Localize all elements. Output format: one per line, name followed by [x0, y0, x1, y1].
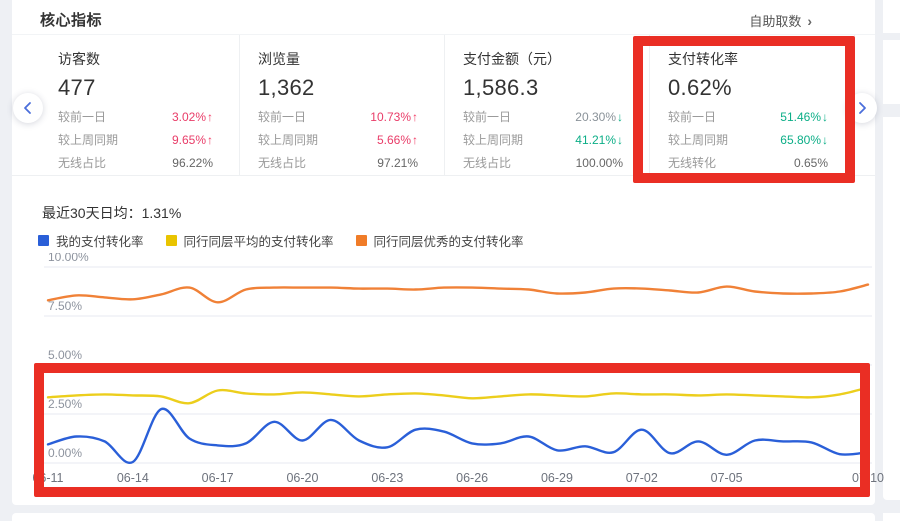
- metric-trend-row: 较前一日 20.30%↓: [463, 111, 649, 124]
- metric-title: 支付金额（元）: [463, 49, 649, 69]
- legend-label: 我的支付转化率: [56, 231, 144, 250]
- legend-swatch-yellow: [166, 235, 177, 246]
- metric-trend-row: 无线转化 0.65%: [668, 157, 854, 170]
- metric-trend-row: 无线占比 100.00%: [463, 157, 649, 170]
- metric-value: 477: [58, 75, 239, 101]
- svg-text:06-26: 06-26: [456, 471, 488, 485]
- metric-trend-row: 较前一日 10.73%↑: [258, 111, 444, 124]
- svg-text:2.50%: 2.50%: [48, 397, 82, 411]
- trend-value: 51.46%↓: [780, 111, 828, 124]
- arrow-down-icon: ↓: [617, 110, 623, 124]
- line-series: [48, 409, 868, 463]
- svg-text:06-11: 06-11: [32, 471, 63, 485]
- background-card-fragment: [883, 513, 900, 521]
- line-series: [48, 285, 868, 303]
- page-title: 核心指标: [40, 9, 102, 30]
- metric-card-payment-amount[interactable]: 支付金额（元） 1,586.3 较前一日 20.30%↓ 较上周同期 41.21…: [445, 35, 650, 175]
- metrics-row: 访客数 477 较前一日 3.02%↑ 较上周同期 9.65%↑ 无线占比 96…: [12, 34, 875, 176]
- arrow-up-icon: ↑: [412, 133, 418, 147]
- arrow-up-icon: ↑: [412, 110, 418, 124]
- analytics-dashboard: 核心指标 自助取数 › 访客数 477 较前一日 3.02%↑ 较上周同期 9.…: [0, 0, 900, 521]
- background-card-fragment: [883, 40, 900, 104]
- metric-trend-row: 较前一日 51.46%↓: [668, 111, 854, 124]
- metric-trend-row: 无线占比 96.22%: [58, 157, 239, 170]
- legend-item-my-conversion[interactable]: 我的支付转化率: [38, 231, 144, 250]
- legend-swatch-orange: [356, 235, 367, 246]
- metric-title: 访客数: [58, 49, 239, 69]
- trend-value: 5.66%↑: [377, 134, 418, 147]
- next-section-card: [12, 513, 875, 521]
- trend-value: 65.80%↓: [780, 134, 828, 147]
- svg-text:10.00%: 10.00%: [48, 253, 89, 264]
- svg-text:06-17: 06-17: [202, 471, 234, 485]
- chevron-right-icon: ›: [807, 13, 812, 29]
- trend-value: 97.21%: [377, 157, 418, 170]
- metric-trend-row: 较上周同期 9.65%↑: [58, 134, 239, 147]
- trend-value: 0.65%: [794, 157, 828, 170]
- conversion-rate-line-chart[interactable]: 0.00% 2.50% 5.00% 7.50% 10.00% 06-11 06-14 06-1…: [0, 253, 900, 505]
- legend-swatch-blue: [38, 235, 49, 246]
- carousel-prev-button[interactable]: [13, 93, 43, 123]
- legend-label: 同行同层平均的支付转化率: [184, 231, 334, 250]
- trend-value: 10.73%↑: [370, 111, 418, 124]
- svg-text:06-14: 06-14: [117, 471, 149, 485]
- chevron-left-icon: [21, 101, 35, 115]
- self-service-data-link[interactable]: 自助取数 ›: [749, 11, 812, 30]
- metric-value: 1,586.3: [463, 75, 649, 101]
- self-service-data-label: 自助取数: [749, 11, 801, 30]
- metric-trend-row: 较上周同期 65.80%↓: [668, 134, 854, 147]
- trend-value: 96.22%: [172, 157, 213, 170]
- svg-text:0.00%: 0.00%: [48, 446, 82, 460]
- metric-card-visitors[interactable]: 访客数 477 较前一日 3.02%↑ 较上周同期 9.65%↑ 无线占比 96…: [40, 35, 240, 175]
- metric-trend-row: 无线占比 97.21%: [258, 157, 444, 170]
- line-series: [48, 388, 868, 404]
- arrow-down-icon: ↓: [822, 133, 828, 147]
- legend-label: 同行同层优秀的支付转化率: [374, 231, 524, 250]
- trend-value: 3.02%↑: [172, 111, 213, 124]
- arrow-up-icon: ↑: [207, 110, 213, 124]
- legend-item-peer-excellent[interactable]: 同行同层优秀的支付转化率: [356, 231, 524, 250]
- background-card-fragment: [883, 0, 900, 33]
- arrow-up-icon: ↑: [207, 133, 213, 147]
- trend-value: 41.21%↓: [575, 134, 623, 147]
- svg-text:07-10: 07-10: [852, 471, 884, 485]
- svg-text:06-29: 06-29: [541, 471, 573, 485]
- metric-trend-row: 较前一日 3.02%↑: [58, 111, 239, 124]
- metric-trend-row: 较上周同期 5.66%↑: [258, 134, 444, 147]
- metric-card-pageviews[interactable]: 浏览量 1,362 较前一日 10.73%↑ 较上周同期 5.66%↑ 无线占比…: [240, 35, 445, 175]
- chart-average-label: 最近30天日均：1.31%: [42, 203, 181, 223]
- svg-text:7.50%: 7.50%: [48, 299, 82, 313]
- metric-title: 浏览量: [258, 49, 444, 69]
- svg-text:07-02: 07-02: [626, 471, 658, 485]
- arrow-down-icon: ↓: [822, 110, 828, 124]
- metric-card-conversion-rate[interactable]: 支付转化率 0.62% 较前一日 51.46%↓ 较上周同期 65.80%↓ 无…: [650, 35, 855, 175]
- trend-value: 100.00%: [576, 157, 623, 170]
- svg-text:06-20: 06-20: [286, 471, 318, 485]
- svg-text:06-23: 06-23: [371, 471, 403, 485]
- metric-title: 支付转化率: [668, 49, 854, 69]
- trend-value: 20.30%↓: [575, 111, 623, 124]
- legend-item-peer-average[interactable]: 同行同层平均的支付转化率: [166, 231, 334, 250]
- chart-legend: 我的支付转化率 同行同层平均的支付转化率 同行同层优秀的支付转化率: [38, 231, 524, 250]
- metric-trend-row: 较上周同期 41.21%↓: [463, 134, 649, 147]
- metric-value: 0.62%: [668, 75, 854, 101]
- carousel-next-button[interactable]: [847, 93, 877, 123]
- svg-text:07-05: 07-05: [711, 471, 743, 485]
- arrow-down-icon: ↓: [617, 133, 623, 147]
- svg-text:5.00%: 5.00%: [48, 348, 82, 362]
- trend-value: 9.65%↑: [172, 134, 213, 147]
- metric-value: 1,362: [258, 75, 444, 101]
- chevron-right-icon: [855, 101, 869, 115]
